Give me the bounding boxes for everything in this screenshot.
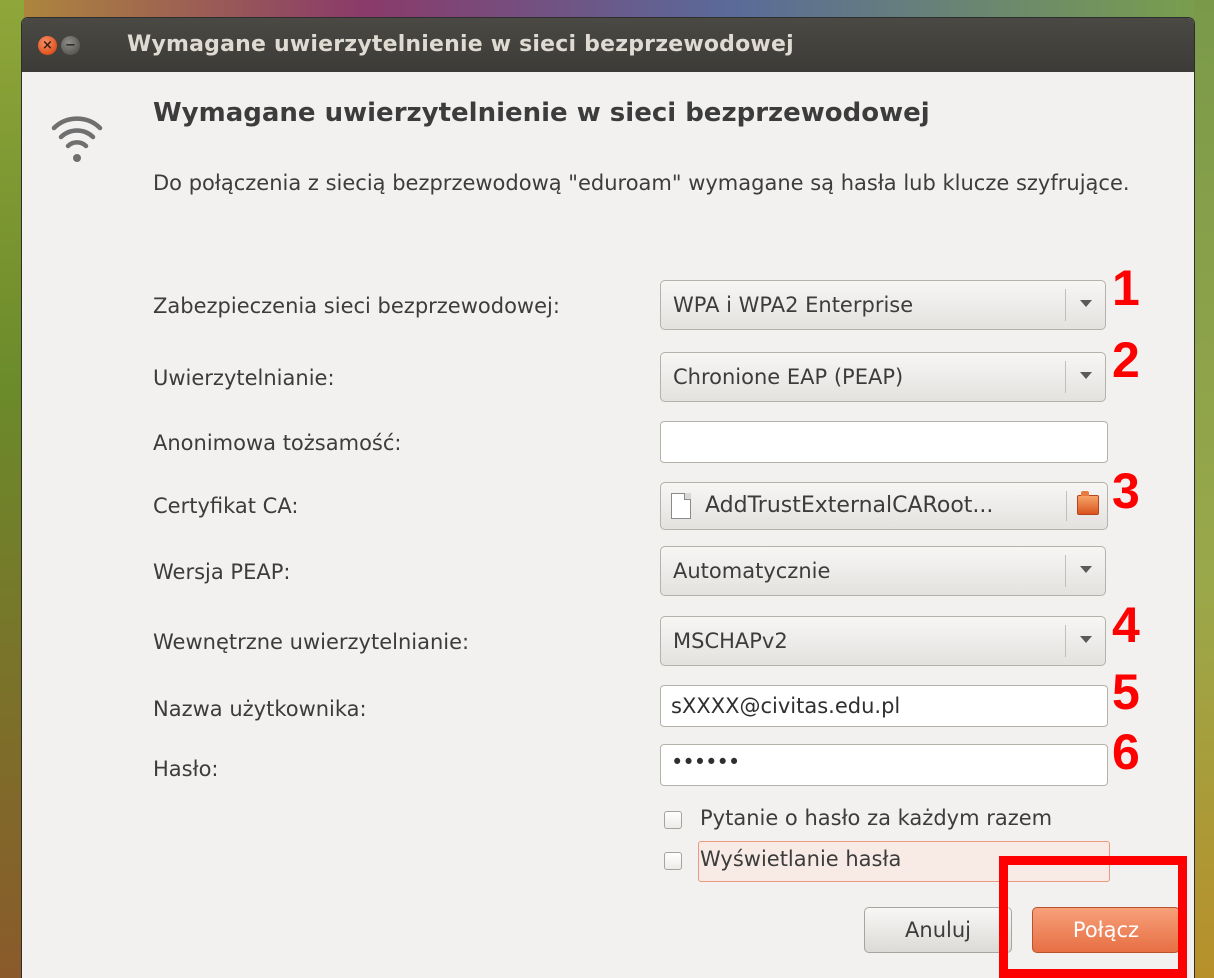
- ca-certificate-label: Certyfikat CA:: [153, 494, 299, 518]
- chevron-down-icon: [1080, 566, 1092, 573]
- chevron-down-icon: [1080, 636, 1092, 643]
- username-input[interactable]: sXXXX@civitas.edu.pl: [660, 685, 1108, 727]
- desktop-background-left: [0, 0, 24, 978]
- peap-version-label: Wersja PEAP:: [153, 560, 291, 584]
- auth-label: Uwierzytelnianie:: [153, 366, 335, 390]
- minimize-window-button[interactable]: −: [61, 36, 80, 55]
- ask-password-label[interactable]: Pytanie o hasło za każdym razem: [700, 806, 1052, 830]
- show-password-checkbox[interactable]: [664, 852, 682, 870]
- minimize-icon: −: [65, 38, 76, 53]
- combo-separator: [1065, 289, 1066, 321]
- password-input[interactable]: ••••••: [660, 744, 1108, 786]
- chevron-down-icon: [1080, 372, 1092, 379]
- show-password-label[interactable]: Wyświetlanie hasła: [700, 847, 901, 871]
- annotation-number: 4: [1112, 597, 1140, 653]
- ca-certificate-value: AddTrustExternalCARoot...: [705, 493, 994, 518]
- document-icon: [671, 493, 691, 519]
- desktop-background-top: [0, 0, 1214, 18]
- annotation-number: 6: [1112, 724, 1140, 780]
- username-value: sXXXX@civitas.edu.pl: [671, 694, 901, 718]
- ca-certificate-file-chooser[interactable]: AddTrustExternalCARoot...: [660, 482, 1108, 530]
- anonymous-identity-label: Anonimowa tożsamość:: [153, 431, 402, 455]
- security-combo[interactable]: WPA i WPA2 Enterprise: [660, 280, 1106, 330]
- auth-value: Chronione EAP (PEAP): [673, 365, 904, 389]
- combo-separator: [1065, 555, 1066, 587]
- annotation-number: 3: [1112, 463, 1140, 519]
- password-value: ••••••: [671, 750, 740, 774]
- window-title: Wymagane uwierzytelnienie w sieci bezprz…: [127, 32, 794, 57]
- file-chooser-separator: [1066, 491, 1067, 521]
- password-label: Hasło:: [153, 757, 219, 781]
- combo-separator: [1065, 625, 1066, 657]
- inner-auth-value: MSCHAPv2: [673, 629, 788, 653]
- dialog-heading: Wymagane uwierzytelnienie w sieci bezprz…: [153, 98, 930, 128]
- anonymous-identity-input[interactable]: [660, 421, 1108, 463]
- cancel-button[interactable]: Anuluj: [864, 907, 1012, 953]
- security-label: Zabezpieczenia sieci bezprzewodowej:: [153, 294, 560, 318]
- annotation-number: 5: [1112, 664, 1140, 720]
- chevron-down-icon: [1080, 300, 1092, 307]
- auth-dialog-window: × − Wymagane uwierzytelnienie w sieci be…: [22, 18, 1194, 978]
- desktop-background-right: [1194, 0, 1214, 978]
- security-value: WPA i WPA2 Enterprise: [673, 293, 914, 317]
- peap-version-value: Automatycznie: [673, 559, 831, 583]
- annotation-highlight-box: [999, 856, 1187, 978]
- annotation-number: 1: [1112, 260, 1140, 316]
- close-window-button[interactable]: ×: [38, 36, 57, 55]
- annotation-number: 2: [1112, 332, 1140, 388]
- inner-auth-combo[interactable]: MSCHAPv2: [660, 616, 1106, 666]
- folder-icon: [1077, 491, 1099, 515]
- dialog-description: Do połączenia z siecią bezprzewodową "ed…: [153, 171, 1130, 195]
- peap-version-combo[interactable]: Automatycznie: [660, 546, 1106, 596]
- inner-auth-label: Wewnętrzne uwierzytelnianie:: [153, 630, 470, 654]
- combo-separator: [1065, 361, 1066, 393]
- auth-combo[interactable]: Chronione EAP (PEAP): [660, 352, 1106, 402]
- username-label: Nazwa użytkownika:: [153, 697, 367, 721]
- titlebar: × − Wymagane uwierzytelnienie w sieci be…: [22, 18, 1194, 72]
- ask-password-checkbox[interactable]: [664, 811, 682, 829]
- wifi-icon: [51, 116, 103, 162]
- close-icon: ×: [42, 38, 53, 53]
